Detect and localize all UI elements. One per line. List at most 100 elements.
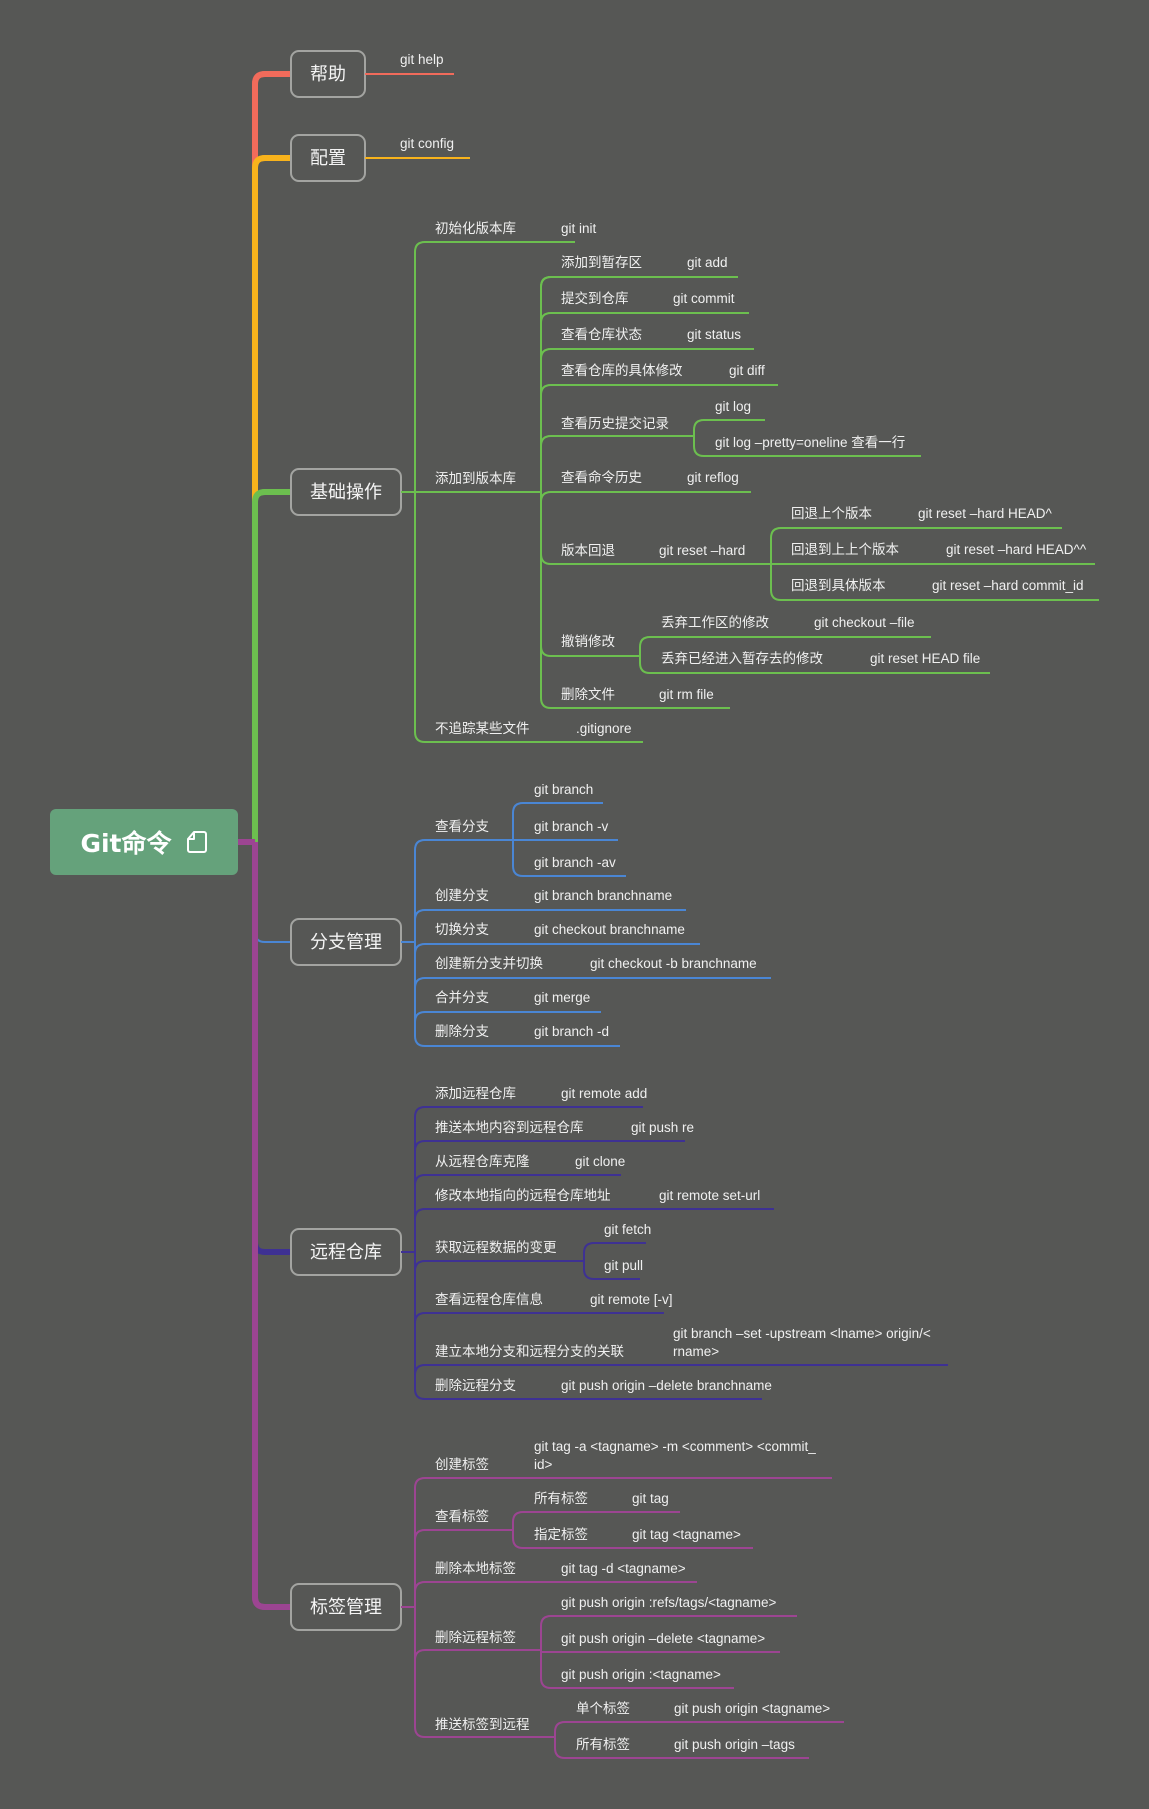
topic-text[interactable]: 删除分支	[435, 1024, 489, 1039]
command-text[interactable]: git branch -v	[534, 819, 609, 834]
topic-text[interactable]: 单个标签	[576, 1700, 630, 1716]
topic-text[interactable]: 推送本地内容到远程仓库	[435, 1119, 584, 1135]
command-text[interactable]: git remote add	[561, 1086, 647, 1101]
command-text[interactable]: git help	[400, 52, 444, 67]
command-text[interactable]: git commit	[673, 291, 735, 306]
command-text[interactable]: git reset HEAD file	[870, 651, 980, 666]
command-text[interactable]: git push origin :refs/tags/<tagname>	[561, 1595, 776, 1610]
command-text[interactable]: git clone	[575, 1154, 625, 1169]
command-text[interactable]: git log	[715, 399, 751, 414]
command-text[interactable]: git branch -d	[534, 1024, 609, 1039]
main-node-label[interactable]: 分支管理	[310, 932, 382, 953]
command-text[interactable]: git reflog	[687, 470, 739, 485]
command-text[interactable]: git push origin –tags	[674, 1737, 795, 1752]
main-node-label[interactable]: 配置	[310, 148, 346, 169]
underline	[540, 491, 751, 503]
command-text[interactable]: git checkout branchname	[534, 922, 685, 937]
command-text[interactable]: git init	[561, 221, 597, 236]
topic-text[interactable]: 删除文件	[561, 687, 615, 702]
topic-text[interactable]: 修改本地指向的远程仓库地址	[435, 1188, 611, 1203]
topic-text[interactable]: 提交到仓库	[561, 290, 629, 306]
command-text[interactable]: git tag	[632, 1491, 669, 1506]
topic-text[interactable]: 版本回退	[561, 543, 615, 558]
topic-text[interactable]: 删除本地标签	[435, 1560, 516, 1576]
topic-text[interactable]: 查看分支	[435, 819, 489, 834]
command-text[interactable]: git reset –hard HEAD^	[918, 506, 1053, 521]
command-text[interactable]: git push re	[631, 1120, 694, 1135]
topic-text[interactable]: 创建标签	[435, 1456, 489, 1472]
command-text[interactable]: .gitignore	[576, 721, 632, 736]
root-node[interactable]: Git命令	[50, 809, 238, 875]
topic-text[interactable]: 添加远程仓库	[435, 1086, 516, 1101]
command-text[interactable]: git branch	[534, 782, 593, 797]
command-text[interactable]: git branch –set -upstream <lname> origin…	[673, 1326, 931, 1359]
command-text[interactable]: git add	[687, 255, 728, 270]
command-text[interactable]: git fetch	[604, 1222, 651, 1237]
command-text[interactable]: git tag <tagname>	[632, 1527, 741, 1542]
main-node-label[interactable]: 基础操作	[310, 482, 382, 503]
topic-text[interactable]: 查看命令历史	[561, 469, 642, 485]
command-text[interactable]: git log –pretty=oneline 查看一行	[715, 435, 905, 450]
topic-text[interactable]: 建立本地分支和远程分支的关联	[435, 1344, 624, 1359]
underline	[414, 1140, 685, 1152]
main-node-label[interactable]: 远程仓库	[310, 1242, 382, 1263]
topic-text[interactable]: 查看仓库状态	[561, 327, 642, 342]
topic-text[interactable]: 回退到具体版本	[791, 578, 886, 593]
command-text[interactable]: git tag -d <tagname>	[561, 1561, 686, 1576]
topic-text[interactable]: 查看仓库的具体修改	[561, 363, 683, 378]
topic-text[interactable]: 查看历史提交记录	[561, 415, 669, 431]
topic-text[interactable]: 删除远程分支	[435, 1378, 516, 1393]
topic-text[interactable]: 查看远程仓库信息	[435, 1291, 543, 1307]
main-node-1[interactable]: 配置	[290, 134, 366, 182]
topic-text[interactable]: 所有标签	[576, 1736, 630, 1752]
topic-text[interactable]: 初始化版本库	[435, 220, 516, 236]
topic-text[interactable]: 添加到暂存区	[561, 255, 642, 270]
command-text[interactable]: git branch branchname	[534, 888, 672, 903]
command-text[interactable]: git push origin –delete branchname	[561, 1378, 772, 1393]
topic-text[interactable]: 合并分支	[435, 990, 489, 1005]
topic-text[interactable]: 创建分支	[435, 888, 489, 903]
topic-text[interactable]: 从远程仓库克隆	[435, 1154, 530, 1169]
topic-text[interactable]: 切换分支	[435, 922, 489, 937]
command-text[interactable]: git config	[400, 136, 454, 151]
topic-text[interactable]: 推送标签到远程	[435, 1716, 530, 1732]
command-text[interactable]: git reset –hard HEAD^^	[946, 542, 1087, 557]
main-node-2[interactable]: 基础操作	[290, 468, 402, 516]
main-node-4[interactable]: 远程仓库	[290, 1228, 402, 1276]
topic-text[interactable]: 删除远程标签	[435, 1629, 516, 1645]
command-text[interactable]: git push origin :<tagname>	[561, 1667, 721, 1682]
topic-text[interactable]: 丢弃已经进入暂存去的修改	[661, 651, 823, 666]
command-text[interactable]: git checkout -b branchname	[590, 956, 757, 971]
topic-text[interactable]: 指定标签	[534, 1526, 588, 1542]
topic-text[interactable]: 查看标签	[435, 1508, 489, 1524]
topic-text[interactable]: 回退到上上个版本	[791, 542, 899, 557]
main-node-5[interactable]: 标签管理	[290, 1583, 402, 1631]
command-text[interactable]: git status	[687, 327, 741, 342]
topic-text[interactable]: 不追踪某些文件	[435, 721, 530, 736]
topic-text[interactable]: 撤销修改	[561, 634, 615, 649]
command-text[interactable]: git merge	[534, 990, 590, 1005]
command-text[interactable]: git reset –hard commit_id	[932, 578, 1084, 593]
main-node-0[interactable]: 帮助	[290, 50, 366, 98]
topic-text[interactable]: 所有标签	[534, 1490, 588, 1506]
topic-text[interactable]: 丢弃工作区的修改	[661, 615, 769, 630]
topic-text[interactable]: 回退上个版本	[791, 506, 872, 521]
command-text[interactable]: git diff	[729, 363, 765, 378]
command-text[interactable]: git tag -a <tagname> -m <comment> <commi…	[534, 1439, 816, 1472]
topic-text[interactable]: 添加到版本库	[435, 471, 516, 486]
command-text[interactable]: git checkout –file	[814, 615, 915, 630]
command-text[interactable]: git remote [-v]	[590, 1292, 673, 1307]
main-node-3[interactable]: 分支管理	[290, 918, 402, 966]
note-icon[interactable]	[186, 830, 208, 854]
topic-text[interactable]: 获取远程数据的变更	[435, 1240, 557, 1255]
main-node-label[interactable]: 帮助	[310, 64, 346, 85]
command-text[interactable]: git pull	[604, 1258, 643, 1273]
command-text[interactable]: git push origin <tagname>	[674, 1701, 830, 1716]
command-text[interactable]: git rm file	[659, 687, 714, 702]
command-text[interactable]: git remote set-url	[659, 1188, 760, 1203]
command-text[interactable]: git push origin –delete <tagname>	[561, 1631, 765, 1646]
command-text[interactable]: git reset –hard	[659, 543, 745, 558]
main-node-label[interactable]: 标签管理	[310, 1597, 382, 1618]
command-text[interactable]: git branch -av	[534, 855, 616, 870]
topic-text[interactable]: 创建新分支并切换	[435, 956, 543, 971]
